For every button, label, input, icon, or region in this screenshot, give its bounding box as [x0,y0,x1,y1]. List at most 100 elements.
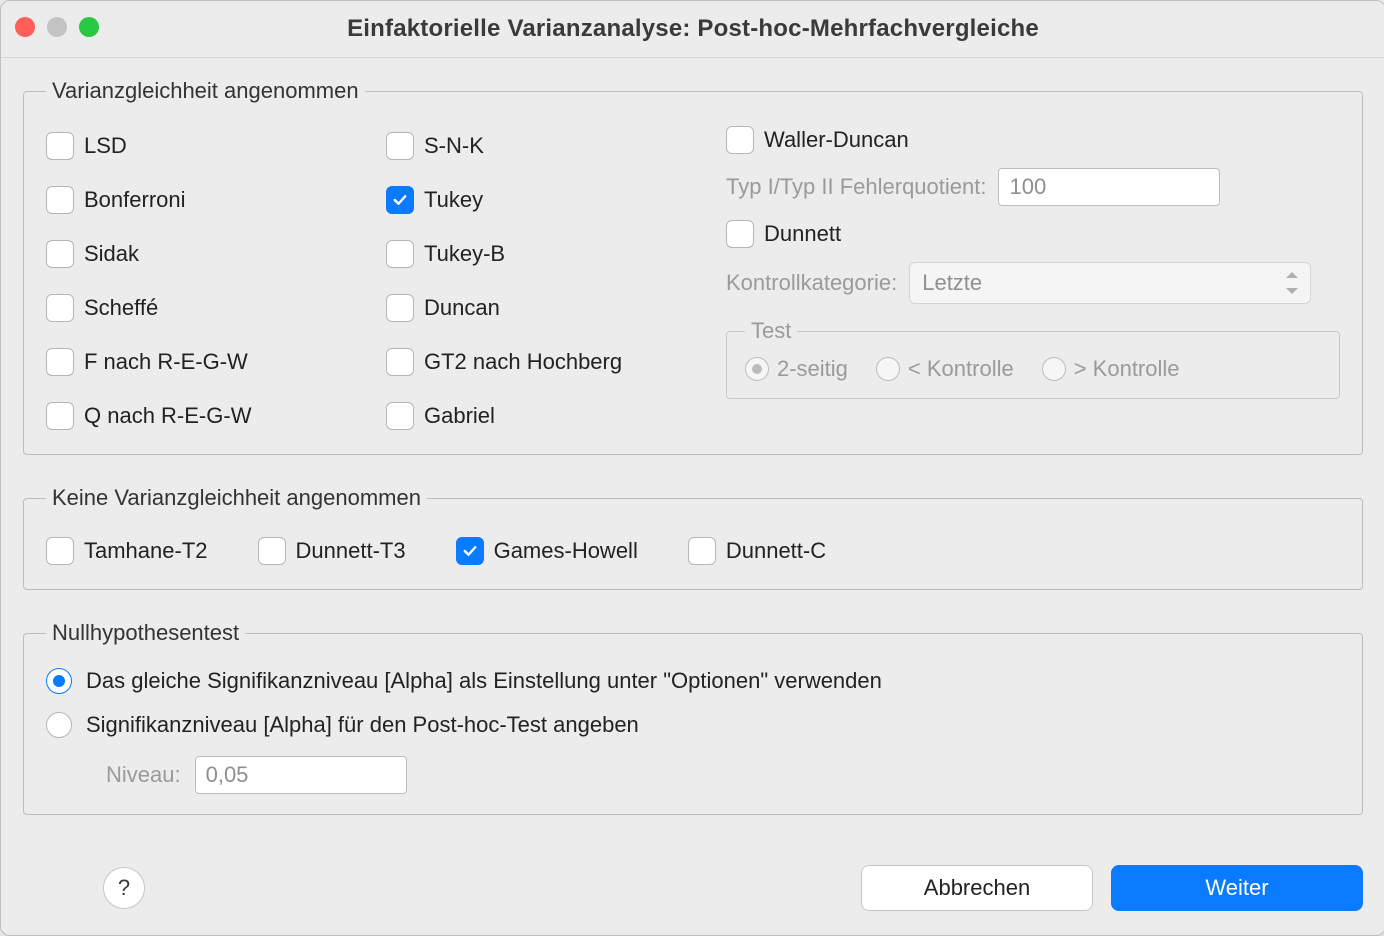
unequal-variance-group: Keine Varianzgleichheit angenommen Tamha… [23,485,1363,590]
cancel-button[interactable]: Abbrechen [861,865,1093,911]
checkbox-box [726,220,754,248]
tukey_b-checkbox[interactable]: Tukey-B [386,236,716,272]
radio-specify-alpha[interactable]: Signifikanzniveau [Alpha] für den Post-h… [46,712,1340,738]
checkbox-label: S-N-K [424,133,484,159]
checkbox-label: Tukey-B [424,241,505,267]
checkbox-label: F nach R-E-G-W [84,349,248,375]
error-ratio-row: Typ I/Typ II Fehlerquotient: [726,168,1340,206]
equal-variance-right: Waller-Duncan Typ I/Typ II Fehlerquotien… [726,122,1340,434]
checkbox-label: Sidak [84,241,139,267]
control-category-row: Kontrollkategorie: Letzte [726,262,1340,304]
equal-variance-group: Varianzgleichheit angenommen LSD Bonferro… [23,78,1363,455]
equal-variance-legend: Varianzgleichheit angenommen [46,78,365,104]
alpha-level-label: Niveau: [106,762,181,788]
unequal-variance-row: Tamhane-T2 Dunnett-T3 Games-Howell Dunnett-… [46,529,1340,569]
checkbox-box [46,348,74,376]
help-icon: ? [118,875,130,901]
checkbox-box [46,132,74,160]
radio-label: Das gleiche Signifikanzniveau [Alpha] al… [86,668,882,694]
equal-variance-col1: LSD Bonferroni Sidak Scheffé F nach R-E-G-W Q… [46,122,376,434]
tamhane-checkbox[interactable]: Tamhane-T2 [46,533,208,569]
checkbox-box [386,186,414,214]
checkbox-box [258,537,286,565]
gabriel-checkbox[interactable]: Gabriel [386,398,716,434]
dunnett-checkbox[interactable]: Dunnett [726,216,1340,252]
titlebar: Einfaktorielle Varianzanalyse: Post-hoc-… [1,1,1384,58]
radio-use-options-alpha[interactable]: Das gleiche Signifikanzniveau [Alpha] al… [46,668,1340,694]
radio-dot [46,668,72,694]
regw_q-checkbox[interactable]: Q nach R-E-G-W [46,398,376,434]
radio-dot [876,357,900,381]
dunnett_c-checkbox[interactable]: Dunnett-C [688,533,826,569]
select-value: Letzte [922,270,982,296]
control-category-select[interactable]: Letzte [909,262,1311,304]
alpha-level-input[interactable] [195,756,407,794]
window-close-button[interactable] [15,17,35,37]
radio-gt-control: > Kontrolle [1042,356,1180,382]
null-hypothesis-options: Das gleiche Signifikanzniveau [Alpha] al… [46,664,1340,794]
dunnett-test-group: Test 2-seitig < Kontrolle [726,318,1340,399]
null-hypothesis-group: Nullhypothesentest Das gleiche Signifika… [23,620,1363,815]
button-label: Abbrechen [924,875,1030,901]
checkbox-label: Waller-Duncan [764,127,909,153]
dialog-button-bar: ? Abbrechen Weiter [1,865,1384,935]
checkbox-label: Duncan [424,295,500,321]
dunnett_t3-checkbox[interactable]: Dunnett-T3 [258,533,406,569]
dunnett-test-legend: Test [745,318,797,344]
checkbox-label: Games-Howell [494,538,638,564]
button-label: Weiter [1205,875,1268,901]
checkbox-box [386,348,414,376]
hochberg-checkbox[interactable]: GT2 nach Hochberg [386,344,716,380]
checkbox-label: Dunnett [764,221,841,247]
checkbox-box [46,186,74,214]
radio-label: < Kontrolle [908,356,1014,382]
dialog-window: Einfaktorielle Varianzanalyse: Post-hoc-… [0,0,1384,936]
radio-dot [745,357,769,381]
radio-dot [46,712,72,738]
radio-lt-control: < Kontrolle [876,356,1014,382]
checkbox-box [386,132,414,160]
checkbox-box [386,402,414,430]
unequal-variance-legend: Keine Varianzgleichheit angenommen [46,485,427,511]
radio-label: Signifikanzniveau [Alpha] für den Post-h… [86,712,639,738]
radio-label: 2-seitig [777,356,848,382]
tukey-checkbox[interactable]: Tukey [386,182,716,218]
error-ratio-input[interactable] [998,168,1220,206]
continue-button[interactable]: Weiter [1111,865,1363,911]
checkbox-box [46,240,74,268]
bonferroni-checkbox[interactable]: Bonferroni [46,182,376,218]
dunnett-test-radios: 2-seitig < Kontrolle > Kontrolle [745,356,1321,382]
radio-dot [1042,357,1066,381]
checkbox-box [46,537,74,565]
sidak-checkbox[interactable]: Sidak [46,236,376,272]
checkbox-box [46,294,74,322]
lsd-checkbox[interactable]: LSD [46,128,376,164]
equal-variance-grid: LSD Bonferroni Sidak Scheffé F nach R-E-G-W Q… [46,122,1340,434]
checkbox-label: Q nach R-E-G-W [84,403,251,429]
checkbox-label: Tamhane-T2 [84,538,208,564]
regw_f-checkbox[interactable]: F nach R-E-G-W [46,344,376,380]
help-button[interactable]: ? [103,867,145,909]
checkbox-box [386,240,414,268]
window-minimize-button[interactable] [47,17,67,37]
checkbox-box [456,537,484,565]
radio-two-sided: 2-seitig [745,356,848,382]
checkbox-label: Bonferroni [84,187,186,213]
checkbox-box [46,402,74,430]
duncan-checkbox[interactable]: Duncan [386,290,716,326]
window-controls [15,17,99,37]
radio-label: > Kontrolle [1074,356,1180,382]
checkbox-label: Scheffé [84,295,158,321]
checkbox-box [688,537,716,565]
checkbox-label: Dunnett-T3 [296,538,406,564]
error-ratio-label: Typ I/Typ II Fehlerquotient: [726,174,986,200]
window-maximize-button[interactable] [79,17,99,37]
control-category-label: Kontrollkategorie: [726,270,897,296]
scheffe-checkbox[interactable]: Scheffé [46,290,376,326]
waller-duncan-checkbox[interactable]: Waller-Duncan [726,122,1340,158]
checkbox-label: GT2 nach Hochberg [424,349,622,375]
games_howell-checkbox[interactable]: Games-Howell [456,533,638,569]
equal-variance-col2: S-N-K Tukey Tukey-B Duncan GT2 nach Hochberg… [386,122,716,434]
snk-checkbox[interactable]: S-N-K [386,128,716,164]
checkbox-label: Tukey [424,187,483,213]
